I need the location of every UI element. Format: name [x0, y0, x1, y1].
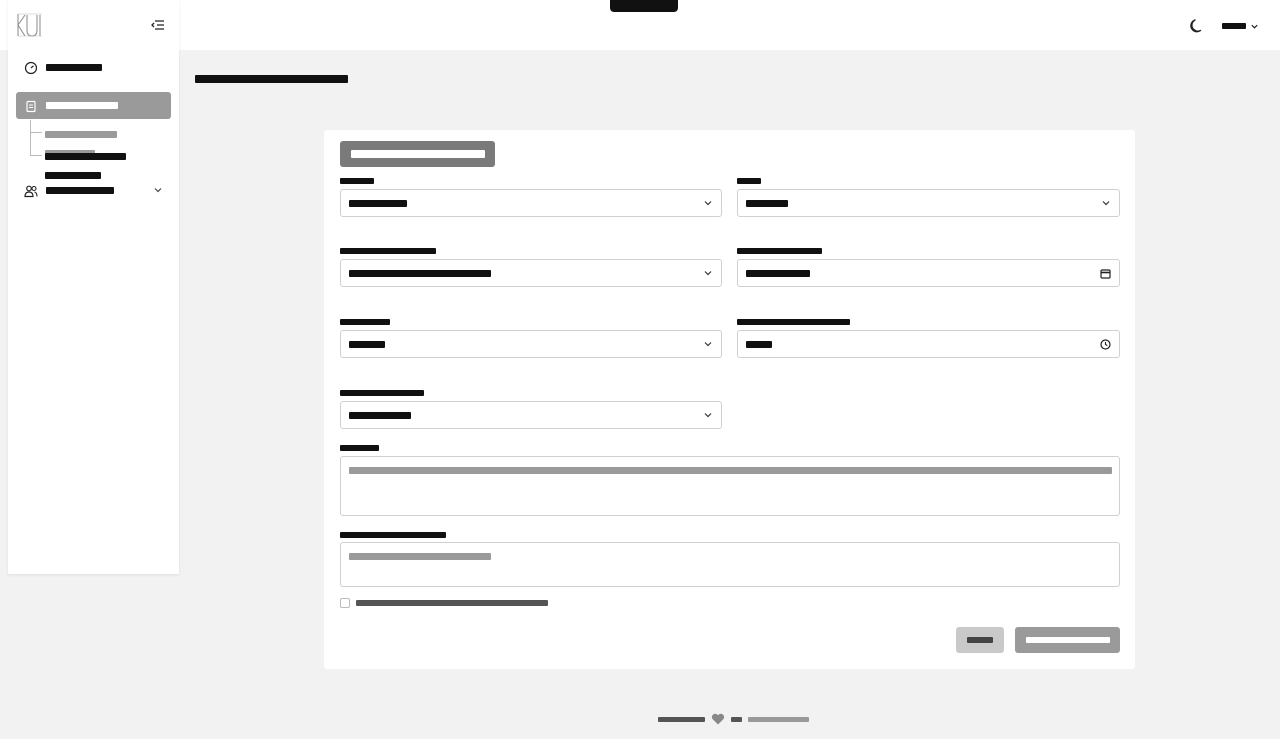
theme-toggle-button[interactable]: [1186, 15, 1208, 37]
sidebar-item-users[interactable]: [16, 177, 171, 204]
menu-collapse-icon: [151, 20, 164, 30]
language-label: [1222, 23, 1246, 29]
agreement-checkbox-row[interactable]: [340, 598, 548, 608]
sidebar-item-label: [46, 187, 114, 194]
field-label: [340, 443, 379, 452]
select-field-1[interactable]: [340, 189, 722, 217]
chevron-down-icon: [1251, 24, 1258, 29]
footer-text-middle: [731, 716, 742, 722]
checkbox-label: [356, 600, 548, 606]
footer-link[interactable]: [748, 716, 809, 722]
chevron-down-icon: [154, 188, 162, 193]
time-input[interactable]: [737, 330, 1120, 358]
select-field-5[interactable]: [340, 401, 722, 429]
calendar-icon[interactable]: [1100, 268, 1111, 279]
sidebar: [8, 0, 179, 574]
language-selector[interactable]: [1222, 16, 1259, 36]
sidebar-item-label: [46, 102, 118, 109]
field-label: [340, 317, 390, 326]
tree-connector: [30, 120, 42, 156]
card-title: [340, 141, 495, 167]
dashboard-icon: [24, 61, 38, 74]
select-field-2[interactable]: [737, 189, 1120, 217]
field-label: [340, 176, 374, 185]
submit-button[interactable]: [1015, 627, 1120, 653]
footer: [658, 713, 809, 725]
field-label: [340, 530, 446, 539]
tree-connector: [30, 132, 42, 133]
form-card: [324, 130, 1135, 669]
page-title: [195, 70, 348, 88]
clock-icon[interactable]: [1100, 339, 1111, 350]
top-header: [0, 0, 1280, 50]
select-field-3[interactable]: [340, 259, 722, 287]
sidebar-item-label: [46, 64, 102, 71]
sidebar-item-forms[interactable]: [16, 92, 171, 119]
header-center-title: [610, 0, 678, 12]
agreement-checkbox[interactable]: [340, 598, 350, 608]
heart-icon: [711, 713, 725, 725]
sidebar-item-dashboard[interactable]: [16, 54, 171, 81]
chevron-down-icon: [704, 342, 712, 347]
tree-connector: [30, 155, 42, 156]
select-field-4[interactable]: [340, 330, 722, 358]
date-input[interactable]: [737, 259, 1120, 287]
chevron-down-icon: [1102, 201, 1110, 206]
description-textarea[interactable]: [340, 456, 1120, 516]
field-label: [737, 176, 761, 185]
field-label: [340, 246, 436, 255]
sidebar-subtree: [30, 120, 170, 180]
chevron-down-icon: [704, 271, 712, 276]
footer-text-left: [658, 716, 705, 722]
notes-textarea[interactable]: [340, 542, 1120, 587]
moon-icon: [1190, 19, 1202, 33]
field-label: [737, 246, 822, 255]
field-label: [737, 317, 850, 326]
clipboard-icon: [26, 100, 36, 112]
users-icon: [24, 185, 38, 197]
chevron-down-icon: [704, 413, 712, 418]
app-logo[interactable]: [16, 12, 44, 38]
cancel-button[interactable]: [956, 627, 1004, 653]
field-label: [340, 388, 424, 397]
sidebar-collapse-button[interactable]: [150, 17, 166, 33]
chevron-down-icon: [704, 201, 712, 206]
